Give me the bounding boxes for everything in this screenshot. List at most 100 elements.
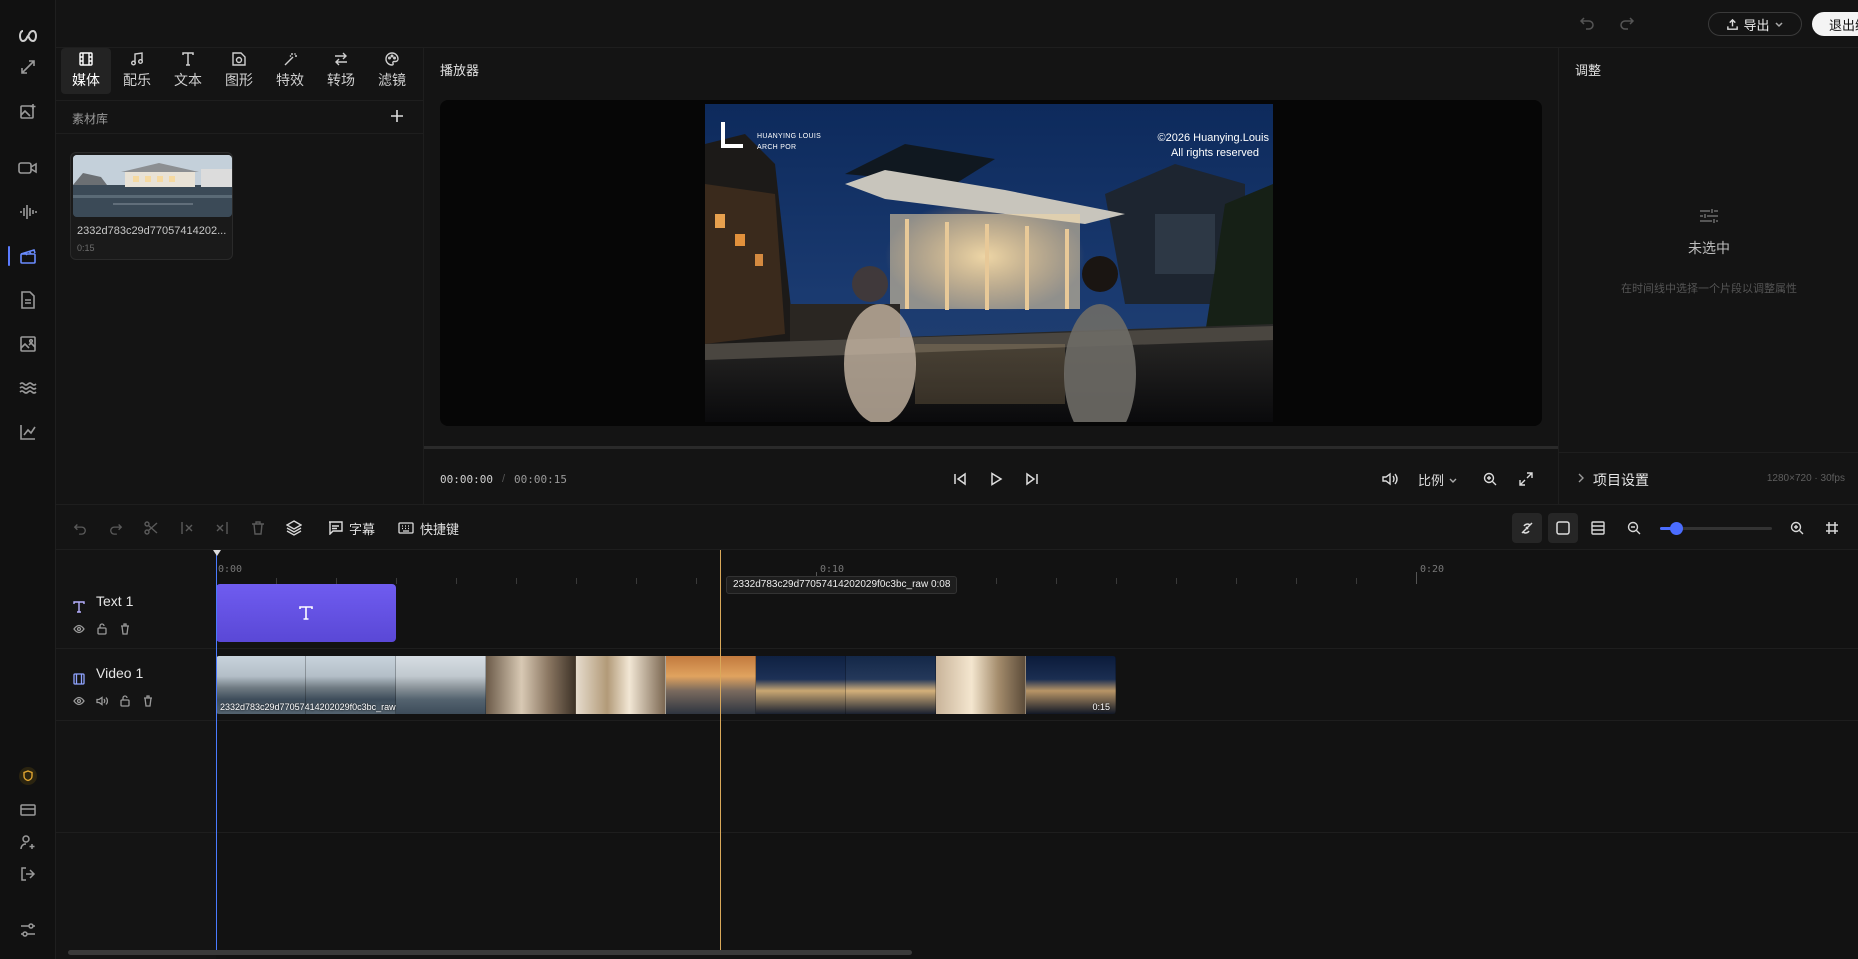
play-icon[interactable]: [986, 469, 1006, 489]
track-headers: Text 1 Video 1: [56, 550, 216, 959]
skip-back-icon[interactable]: [950, 469, 970, 489]
adjust-title: 调整: [1575, 63, 1602, 78]
shield-icon[interactable]: [16, 764, 40, 788]
zoom-out-icon[interactable]: [1624, 518, 1644, 538]
redo-icon[interactable]: [1619, 14, 1639, 34]
trash-icon[interactable]: [248, 518, 268, 538]
media-panel: 媒体 配乐 文本 图形 特效 转场 滤镜 素材库 2332d783c29d770…: [56, 48, 424, 504]
transition-icon: [334, 52, 348, 66]
chart-line-icon[interactable]: [16, 420, 40, 444]
video-icon[interactable]: [16, 156, 40, 180]
lock-icon[interactable]: [118, 694, 132, 708]
undo-icon[interactable]: [70, 518, 90, 538]
ruler-tick: [1176, 578, 1177, 584]
image-plus-icon[interactable]: [16, 100, 40, 124]
eye-icon[interactable]: [72, 694, 86, 708]
palette-icon: [385, 52, 399, 66]
split-left-icon[interactable]: [177, 518, 197, 538]
aspect-ratio-dropdown[interactable]: 比例: [1418, 470, 1458, 489]
tab-filters[interactable]: 滤镜: [367, 48, 417, 94]
export-button[interactable]: 导出: [1708, 12, 1802, 36]
keyboard-icon: [398, 522, 414, 534]
player-stage[interactable]: HUANYING LOUIS ARCH POR ©2026 Huanying.L…: [440, 100, 1542, 426]
chevron-down-icon: [1448, 475, 1458, 485]
waves-icon[interactable]: [16, 376, 40, 400]
tab-media[interactable]: 媒体: [61, 48, 111, 94]
player-title: 播放器: [440, 63, 480, 78]
redo-icon[interactable]: [106, 518, 126, 538]
playhead-handle[interactable]: [213, 550, 221, 556]
video-clip[interactable]: 2332d783c29d77057414202029f0c3bc_raw 0:1…: [216, 656, 1116, 714]
timeline-horizontal-scrollbar[interactable]: [68, 950, 912, 955]
copyright-line-1: ©2026 Huanying.Louis: [1157, 132, 1269, 144]
track-separator: [56, 648, 1858, 649]
tab-effects-label: 特效: [276, 72, 304, 88]
no-selection-title: 未选中: [1688, 240, 1730, 256]
ruler-tick: [1356, 578, 1357, 584]
clip-thumbnail: [486, 656, 576, 714]
clapper-icon[interactable]: [16, 244, 40, 268]
audio-wave-icon[interactable]: [16, 200, 40, 224]
trash-icon[interactable]: [118, 622, 132, 636]
timeline-zoom-slider[interactable]: [1660, 522, 1772, 535]
adjust-panel: 调整 未选中 在时间线中选择一个片段以调整属性 项目设置 1280×720 · …: [1558, 48, 1858, 504]
skip-forward-icon[interactable]: [1022, 469, 1042, 489]
ruler-tick: [696, 578, 697, 584]
tab-shape[interactable]: 图形: [214, 48, 264, 94]
library-asset-card[interactable]: 2332d783c29d77057414202... 0:15: [70, 152, 233, 260]
zoom-in-icon[interactable]: [1480, 469, 1500, 489]
zoom-in-icon[interactable]: [1787, 518, 1807, 538]
tab-text[interactable]: 文本: [163, 48, 213, 94]
volume-icon[interactable]: [95, 694, 109, 708]
infinity-logo[interactable]: [16, 24, 40, 48]
ruler-tick: [1296, 578, 1297, 584]
tab-shape-label: 图形: [225, 72, 253, 88]
text-icon: [298, 605, 314, 621]
tab-music-label: 配乐: [123, 72, 151, 88]
tab-transitions[interactable]: 转场: [316, 48, 366, 94]
document-icon[interactable]: [16, 288, 40, 312]
exit-edit-button[interactable]: 退出编辑: [1812, 12, 1858, 36]
hover-cursor-line: [720, 550, 721, 950]
scissors-icon[interactable]: [141, 518, 161, 538]
project-settings-row[interactable]: 项目设置 1280×720 · 30fps: [1559, 452, 1858, 504]
ruler-major-tick: [1416, 572, 1417, 584]
text-track-icon: [72, 600, 86, 614]
snap-toggle[interactable]: [1512, 513, 1542, 543]
undo-icon[interactable]: [1579, 14, 1599, 34]
image-edit-icon[interactable]: [16, 332, 40, 356]
playback-progress-bar[interactable]: [424, 446, 1558, 449]
user-settings-icon[interactable]: [16, 830, 40, 854]
tab-media-label: 媒体: [72, 72, 100, 88]
sliders-icon[interactable]: [16, 918, 40, 942]
brand-logo-base: [721, 144, 743, 148]
expand-icon[interactable]: [16, 55, 40, 79]
video-clip-duration: 0:15: [1092, 702, 1110, 712]
lock-icon[interactable]: [95, 622, 109, 636]
ruler-tick: [636, 578, 637, 584]
layers-icon[interactable]: [284, 518, 304, 538]
split-right-icon[interactable]: [212, 518, 232, 538]
playhead[interactable]: [216, 550, 217, 950]
text-clip[interactable]: [216, 584, 396, 642]
adjust-sliders-icon: [1699, 206, 1719, 226]
card-icon[interactable]: [16, 798, 40, 822]
chevron-right-icon: [1577, 473, 1585, 483]
eye-icon[interactable]: [72, 622, 86, 636]
fullscreen-icon[interactable]: [1516, 469, 1536, 489]
volume-icon[interactable]: [1380, 469, 1400, 489]
clip-thumbnail: [666, 656, 756, 714]
subtitle-button[interactable]: 字幕: [328, 518, 375, 538]
zoom-slider-handle[interactable]: [1669, 522, 1683, 535]
shortcut-button[interactable]: 快捷键: [398, 518, 459, 538]
magic-wand-icon: [283, 52, 297, 66]
logout-icon[interactable]: [16, 862, 40, 886]
grid-icon[interactable]: [1822, 518, 1842, 538]
single-track-toggle[interactable]: [1548, 513, 1578, 543]
video-track-icon: [72, 672, 86, 686]
add-media-icon[interactable]: [390, 109, 404, 123]
tab-music[interactable]: 配乐: [112, 48, 162, 94]
tab-effects[interactable]: 特效: [265, 48, 315, 94]
trash-icon[interactable]: [141, 694, 155, 708]
tracks-icon[interactable]: [1588, 518, 1608, 538]
